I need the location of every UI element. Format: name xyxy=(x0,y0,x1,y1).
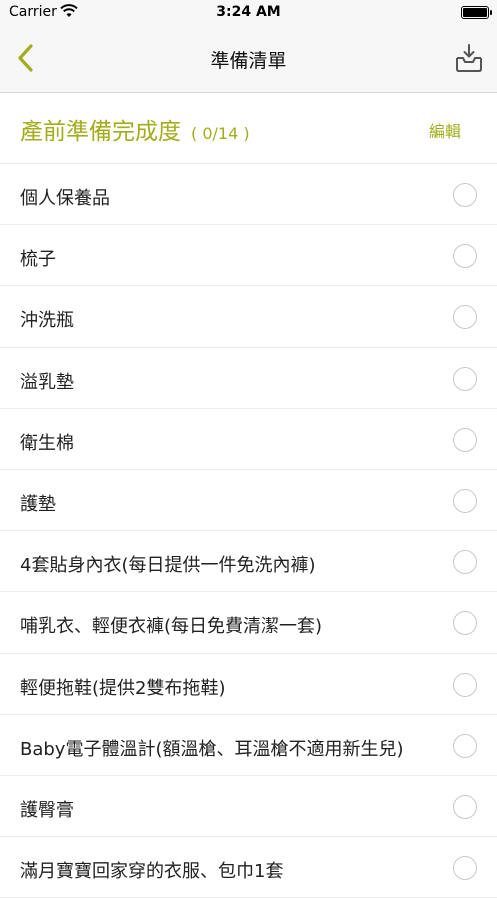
checkbox-circle-icon[interactable] xyxy=(453,672,477,697)
checkbox-circle-icon[interactable] xyxy=(453,611,477,636)
list-item-label: 衛生棉 xyxy=(20,432,74,454)
checkbox-circle-icon[interactable] xyxy=(453,183,477,207)
progress-count: ( 0/14 ) xyxy=(191,124,250,143)
progress-header: 產前準備完成度 ( 0/14 ) 編輯 xyxy=(0,94,497,164)
checkbox-circle-icon[interactable] xyxy=(453,550,477,575)
list-item[interactable]: 沖洗瓶 xyxy=(0,286,497,348)
edit-button[interactable]: 編輯 xyxy=(429,118,461,142)
checkbox-circle-icon[interactable] xyxy=(453,244,477,269)
checkbox-circle-icon[interactable] xyxy=(453,427,477,452)
battery-icon xyxy=(461,6,492,19)
list-item-label: 哺乳衣、輕便衣褲(每日免費清潔一套) xyxy=(20,616,323,638)
list-item-label: 沖洗瓶 xyxy=(20,310,74,332)
list-item-label: 輕便拖鞋(提供2雙布拖鞋) xyxy=(20,677,226,699)
progress-title: 產前準備完成度 ( 0/14 ) xyxy=(20,112,250,146)
list-item-label: 滿月寶寶回家穿的衣服、包巾1套 xyxy=(20,861,284,883)
list-item-label: 護墊 xyxy=(20,493,56,515)
checkbox-circle-icon[interactable] xyxy=(453,366,477,391)
checkbox-circle-icon[interactable] xyxy=(453,733,477,758)
checkbox-circle-icon[interactable] xyxy=(453,856,477,881)
checklist: 個人保養品梳子沖洗瓶溢乳墊衛生棉護墊 4套貼身內衣(每日提供一件免洗內褲) 哺乳衣、… xyxy=(0,164,497,898)
checkbox-circle-icon[interactable] xyxy=(453,305,477,330)
list-item-label: 個人保養品 xyxy=(20,188,110,209)
progress-label: 產前準備完成度 xyxy=(20,119,181,145)
list-item[interactable]: 護墊 xyxy=(0,470,497,532)
checkbox-circle-icon[interactable] xyxy=(453,488,477,513)
list-item[interactable]: 4套貼身內衣(每日提供一件免洗內褲) xyxy=(0,531,497,593)
list-item[interactable]: Baby電子體溫計(額溫槍、耳溫槍不適用新生兒) xyxy=(0,715,497,776)
list-item-label: 梳子 xyxy=(20,249,56,271)
checkbox-circle-icon[interactable] xyxy=(453,794,477,819)
page-title: 準備清單 xyxy=(210,50,287,72)
nav-bar: 準備清單 xyxy=(0,25,497,93)
list-item[interactable]: 衛生棉 xyxy=(0,409,497,470)
list-item-label: 護臀膏 xyxy=(20,799,74,821)
status-bar: Carrier 3:24 AM xyxy=(0,0,497,25)
list-item-label: Baby電子體溫計(額溫槍、耳溫槍不適用新生兒) xyxy=(20,738,404,760)
download-tray-icon[interactable] xyxy=(453,42,485,74)
list-item[interactable]: 滿月寶寶回家穿的衣服、包巾1套 xyxy=(0,837,497,898)
list-item[interactable]: 梳子 xyxy=(0,225,497,287)
status-time: 3:24 AM xyxy=(216,4,281,20)
list-item[interactable]: 輕便拖鞋(提供2雙布拖鞋) xyxy=(0,654,497,715)
list-item[interactable]: 哺乳衣、輕便衣褲(每日免費清潔一套) xyxy=(0,592,497,654)
list-item-label: 4套貼身內衣(每日提供一件免洗內褲) xyxy=(20,555,316,577)
list-item-label: 溢乳墊 xyxy=(20,371,74,393)
list-item[interactable]: 護臀膏 xyxy=(0,776,497,838)
list-item[interactable]: 個人保養品 xyxy=(0,164,497,226)
list-item[interactable]: 溢乳墊 xyxy=(0,348,497,409)
